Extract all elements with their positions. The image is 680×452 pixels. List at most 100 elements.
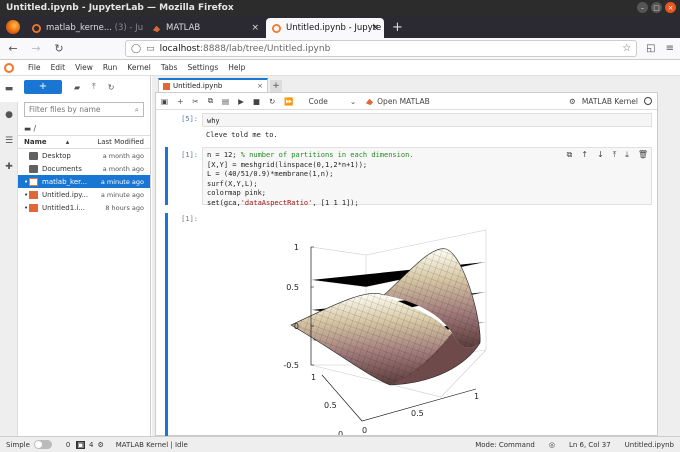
- cut-icon[interactable]: ✂: [192, 97, 198, 106]
- list-item[interactable]: Desktop a month ago: [18, 149, 150, 162]
- list-item[interactable]: • Untitled1.i... 8 hours ago: [18, 201, 150, 214]
- run-icon[interactable]: ▶: [238, 97, 244, 106]
- fast-forward-icon[interactable]: ⏩: [284, 97, 293, 106]
- code-cell-output[interactable]: [1]: 1 0.5 0 -0.5 0 0.5 1 0 0.5 1: [156, 213, 656, 436]
- browser-tab-untitled[interactable]: Untitled.ipynb - Jupyte ×: [266, 18, 384, 38]
- firefox-icon[interactable]: [6, 20, 20, 34]
- menu-tabs[interactable]: Tabs: [156, 63, 183, 72]
- commands-icon[interactable]: ☰: [0, 128, 18, 154]
- z-tick-label: -0.5: [283, 361, 299, 370]
- insert-above-icon[interactable]: ⤒: [613, 150, 617, 160]
- pocket-icon[interactable]: ◱: [646, 43, 655, 54]
- kernel-status[interactable]: MATLAB Kernel | Idle: [116, 441, 188, 449]
- reload-icon[interactable]: ↻: [52, 42, 66, 55]
- menu-run[interactable]: Run: [98, 63, 122, 72]
- running-icon[interactable]: ●: [0, 102, 18, 128]
- insert-cell-icon[interactable]: +: [177, 97, 183, 106]
- x-tick-label: 0.5: [411, 409, 424, 418]
- cell-input[interactable]: why: [202, 113, 652, 127]
- cell-type-select[interactable]: Code ⌄: [309, 97, 357, 106]
- new-tab-button[interactable]: +: [386, 20, 409, 38]
- info-icon[interactable]: ▭: [146, 44, 155, 54]
- filter-placeholder: Filter files by name: [29, 105, 101, 114]
- menu-view[interactable]: View: [70, 63, 98, 72]
- close-window-button[interactable]: ×: [665, 2, 676, 13]
- left-sidebar-strip: ▬ ● ☰ ✚: [0, 76, 18, 436]
- code-cell-active[interactable]: [1]: n = 12; % number of partitions in e…: [156, 147, 656, 211]
- code-cell[interactable]: [5]: why Cleve told me to.: [156, 111, 656, 145]
- copy-icon[interactable]: ⧉: [208, 96, 213, 106]
- kernel-count[interactable]: 4: [89, 441, 93, 449]
- breadcrumb[interactable]: ▬ /: [18, 121, 150, 135]
- kernel-name[interactable]: MATLAB Kernel: [582, 97, 638, 106]
- browser-tab-matlab[interactable]: MATLAB ×: [146, 18, 264, 38]
- tab-untitled-notebook[interactable]: Untitled.ipynb ×: [158, 78, 268, 92]
- add-tab-button[interactable]: +: [270, 80, 282, 92]
- menu-kernel[interactable]: Kernel: [122, 63, 156, 72]
- menu-icon[interactable]: ≡: [666, 43, 674, 54]
- upload-icon[interactable]: ⤒: [92, 82, 96, 92]
- new-folder-icon[interactable]: ▰: [74, 83, 80, 92]
- simple-mode-toggle[interactable]: [33, 440, 52, 449]
- file-browser: + ▰ ⤒ ↻ Filter files by name ⌕ ▬ / Name …: [18, 76, 151, 436]
- shield-icon[interactable]: ◯: [131, 44, 141, 54]
- restart-icon[interactable]: ↻: [269, 97, 275, 106]
- menu-help[interactable]: Help: [223, 63, 250, 72]
- insert-below-icon[interactable]: ⤓: [625, 150, 629, 160]
- jupyter-logo-icon: [4, 62, 14, 73]
- column-last-modified[interactable]: Last Modified: [97, 138, 144, 146]
- delete-cell-icon[interactable]: 🗑: [638, 150, 648, 160]
- paste-icon[interactable]: ▤: [222, 97, 229, 106]
- y-tick-label: 1: [311, 373, 316, 382]
- list-item[interactable]: • Untitled.ipy... a minute ago: [18, 188, 150, 201]
- duplicate-cell-icon[interactable]: ⧉: [567, 150, 573, 160]
- bookmark-star-icon[interactable]: ☆: [622, 43, 631, 54]
- menu-edit[interactable]: Edit: [46, 63, 71, 72]
- filter-files-input[interactable]: Filter files by name ⌕: [24, 102, 144, 117]
- menu-settings[interactable]: Settings: [182, 63, 223, 72]
- close-icon[interactable]: ×: [257, 82, 263, 90]
- close-tab-icon[interactable]: ×: [251, 23, 259, 33]
- new-launcher-button[interactable]: +: [24, 80, 62, 94]
- menu-file[interactable]: File: [23, 63, 46, 72]
- forward-icon[interactable]: →: [29, 42, 43, 55]
- list-item[interactable]: • matlab_ker... a minute ago: [18, 175, 150, 188]
- document-tabbar: Untitled.ipynb × +: [152, 76, 680, 92]
- notebook-icon: [29, 177, 38, 186]
- browser-tab-matlab-kernel[interactable]: matlab_kerne... (3) - Ju: [26, 18, 144, 38]
- stop-icon[interactable]: ■: [253, 97, 260, 106]
- window-controls: – □ ×: [637, 2, 676, 13]
- folder-icon[interactable]: ▬: [0, 76, 18, 102]
- settings-icon[interactable]: ⚙: [569, 97, 576, 106]
- terminal-count[interactable]: 0: [66, 441, 70, 449]
- status-bar: Simple 0 ▣ 4 ⚙ MATLAB Kernel | Idle Mode…: [0, 436, 680, 452]
- tab-label: Untitled.ipynb - Jupyte: [286, 23, 382, 33]
- notebook-icon: [29, 203, 38, 212]
- back-icon[interactable]: ←: [6, 42, 20, 55]
- notebook-icon: [29, 190, 38, 199]
- notebook-icon: [163, 82, 170, 90]
- open-matlab-button[interactable]: Open MATLAB: [365, 97, 430, 106]
- maximize-button[interactable]: □: [651, 2, 662, 13]
- minimize-button[interactable]: –: [637, 2, 648, 13]
- list-item[interactable]: Documents a month ago: [18, 162, 150, 175]
- simple-mode-label: Simple: [6, 440, 30, 449]
- save-icon[interactable]: ▣: [161, 97, 168, 106]
- extensions-icon[interactable]: ✚: [0, 154, 18, 180]
- notebook-mode: Mode: Command: [475, 440, 535, 449]
- z-axis: [310, 246, 314, 366]
- folder-icon: [29, 164, 38, 173]
- move-up-icon[interactable]: ↑: [581, 150, 588, 160]
- sort-ascending-icon[interactable]: ▴: [66, 138, 70, 146]
- url-host: localhost: [159, 43, 200, 54]
- close-tab-icon[interactable]: ×: [371, 23, 379, 33]
- column-name[interactable]: Name: [24, 138, 66, 146]
- url-path: :8888/lab/tree/Untitled.ipynb: [200, 43, 331, 54]
- menu-bar: File Edit View Run Kernel Tabs Settings …: [0, 60, 680, 76]
- refresh-icon[interactable]: ↻: [108, 83, 115, 92]
- move-down-icon[interactable]: ↓: [597, 150, 604, 160]
- input-prompt: [5]:: [181, 115, 198, 123]
- cursor-position[interactable]: Ln 6, Col 37: [569, 441, 611, 449]
- y-tick-label: 0.5: [324, 401, 337, 410]
- url-bar[interactable]: ◯ ▭ localhost:8888/lab/tree/Untitled.ipy…: [125, 40, 638, 57]
